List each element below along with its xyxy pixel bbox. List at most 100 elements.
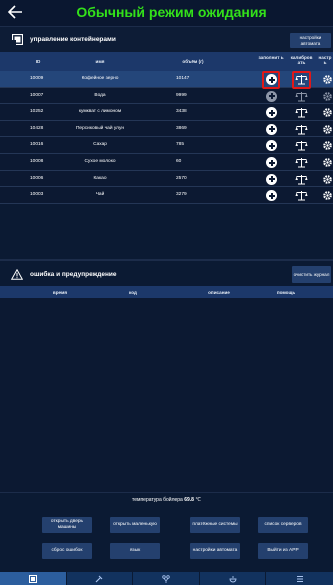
- network-nav-icon: [162, 574, 170, 583]
- settings-gear-icon[interactable]: [322, 190, 333, 201]
- warning-icon: [10, 268, 24, 280]
- temp-label: температура бойлера: [132, 497, 183, 503]
- row-id: 10006: [30, 175, 44, 181]
- calibrate-scale-icon[interactable]: [295, 157, 308, 168]
- cup-nav-icon: [229, 575, 237, 582]
- row-volume: 3279: [176, 192, 187, 198]
- boiler-temperature: температура бойлера 69.8 ℃: [0, 497, 333, 503]
- row-volume: 3438: [176, 109, 187, 115]
- machine-settings-button-bottom[interactable]: настройки автомата: [190, 543, 240, 559]
- row-volume: 785: [176, 142, 185, 148]
- row-volume: 60: [176, 159, 182, 164]
- row-id: 10007: [30, 92, 44, 98]
- language-button[interactable]: язык: [110, 543, 160, 559]
- nav-tab-network[interactable]: [133, 572, 200, 585]
- payment-systems-button[interactable]: платёжные системы: [190, 517, 240, 533]
- calibrate-scale-icon[interactable]: [295, 190, 308, 201]
- calibrate-highlight: [292, 71, 311, 89]
- row-volume: 9999: [176, 92, 187, 98]
- row-name: Чай: [95, 192, 105, 198]
- fill-highlight: [262, 71, 280, 89]
- calibrate-scale-icon[interactable]: [295, 124, 308, 135]
- settings-gear-icon[interactable]: [322, 157, 333, 168]
- error-log-list[interactable]: [0, 298, 333, 492]
- fill-plus-icon[interactable]: [266, 90, 277, 102]
- machine-settings-button[interactable]: настройки автомата: [290, 33, 331, 48]
- page-title: Обычный режим ожидания: [76, 4, 267, 20]
- containers-nav-icon: [28, 574, 37, 583]
- bottom-nav: [0, 572, 333, 585]
- col-fill: заполнит ь: [258, 55, 284, 60]
- settings-gear-icon[interactable]: [322, 91, 333, 102]
- containers-table-header: ID имя объём (г) заполнит ь калибров ать…: [0, 52, 333, 71]
- row-name: Персиковый чай улун: [75, 125, 124, 131]
- table-row[interactable]: 10428 Персиковый чай улун 3869: [0, 120, 333, 138]
- row-volume: 2570: [176, 175, 187, 181]
- col-calibrate: калибров ать: [290, 55, 313, 66]
- open-door-button[interactable]: открыть дверь машины: [42, 517, 92, 533]
- col-code: код: [129, 290, 137, 295]
- open-small-button[interactable]: открыть маленькую: [110, 517, 160, 533]
- col-volume: объём (г): [182, 59, 204, 64]
- fill-plus-icon[interactable]: [266, 123, 277, 135]
- table-row[interactable]: 10006 Какао 2570: [0, 170, 333, 188]
- server-list-button[interactable]: список серверов: [258, 517, 308, 533]
- row-volume: 10147: [176, 76, 190, 81]
- col-time: время: [52, 290, 68, 295]
- settings-gear-icon[interactable]: [322, 124, 333, 135]
- row-name: кумкват с лимоном: [78, 109, 122, 115]
- table-row[interactable]: 10007 Вода 9999: [0, 87, 333, 105]
- row-id: 10009: [30, 76, 44, 81]
- fill-plus-icon[interactable]: [266, 173, 277, 185]
- table-row[interactable]: 10009 Кофейное зерно 10147: [0, 71, 333, 88]
- col-help: помощь: [276, 290, 296, 295]
- calibrate-scale-icon[interactable]: [295, 140, 308, 151]
- temp-unit: ℃: [195, 497, 201, 503]
- col-description: описание: [208, 290, 230, 295]
- top-bar: Обычный режим ожидания: [0, 0, 333, 26]
- row-id: 10008: [30, 159, 44, 164]
- nav-tab-list[interactable]: [266, 572, 333, 585]
- settings-gear-icon[interactable]: [322, 107, 333, 118]
- exit-app-button[interactable]: Выйти из APP: [258, 543, 308, 559]
- row-id: 10016: [30, 142, 44, 148]
- container-icon: [11, 33, 24, 46]
- nav-tab-containers[interactable]: [0, 572, 67, 585]
- row-name: Сахар: [93, 142, 107, 148]
- fill-plus-icon[interactable]: [266, 190, 277, 202]
- table-row[interactable]: 10003 Чай 3279: [0, 187, 333, 204]
- row-id: 10252: [30, 109, 44, 115]
- nav-tab-tools[interactable]: [67, 572, 134, 585]
- row-volume: 3869: [176, 125, 187, 131]
- row-name: Кофейное зерно: [81, 76, 119, 81]
- settings-gear-icon[interactable]: [322, 74, 333, 85]
- tools-nav-icon: [95, 575, 103, 582]
- list-nav-icon: [296, 575, 303, 582]
- settings-gear-icon[interactable]: [322, 140, 333, 151]
- calibrate-scale-icon[interactable]: [295, 107, 308, 118]
- calibrate-scale-icon[interactable]: [295, 174, 308, 185]
- errors-table-header: время код описание помощь: [0, 286, 333, 298]
- col-id: ID: [35, 59, 41, 64]
- fill-plus-icon[interactable]: [266, 157, 277, 168]
- fill-plus-icon[interactable]: [266, 107, 277, 119]
- nav-tab-drinks[interactable]: [200, 572, 267, 585]
- clear-log-button[interactable]: очистить журнал: [292, 266, 331, 283]
- row-name: Какао: [93, 175, 107, 181]
- row-id: 10003: [30, 192, 44, 198]
- reset-errors-button[interactable]: сброс ошибок: [42, 543, 92, 559]
- back-arrow-icon[interactable]: [6, 3, 24, 21]
- table-row[interactable]: 10016 Сахар 785: [0, 137, 333, 154]
- errors-header: ошибка и предупреждение очистить журнал: [0, 259, 333, 286]
- containers-title: управление контейнерами: [30, 36, 116, 43]
- table-row[interactable]: 10252 кумкват с лимоном 3438: [0, 104, 333, 121]
- table-row[interactable]: 10008 Сухое молоко 60: [0, 154, 333, 171]
- containers-header: управление контейнерами настройки автома…: [0, 26, 333, 52]
- bottom-panel: температура бойлера 69.8 ℃ открыть дверь…: [0, 492, 333, 572]
- row-name: Сухое молоко: [84, 159, 116, 164]
- col-setup: настр ь: [318, 55, 332, 66]
- errors-title: ошибка и предупреждение: [30, 271, 117, 278]
- settings-gear-icon[interactable]: [322, 174, 333, 185]
- calibrate-scale-icon[interactable]: [295, 91, 308, 102]
- fill-plus-icon[interactable]: [266, 140, 277, 152]
